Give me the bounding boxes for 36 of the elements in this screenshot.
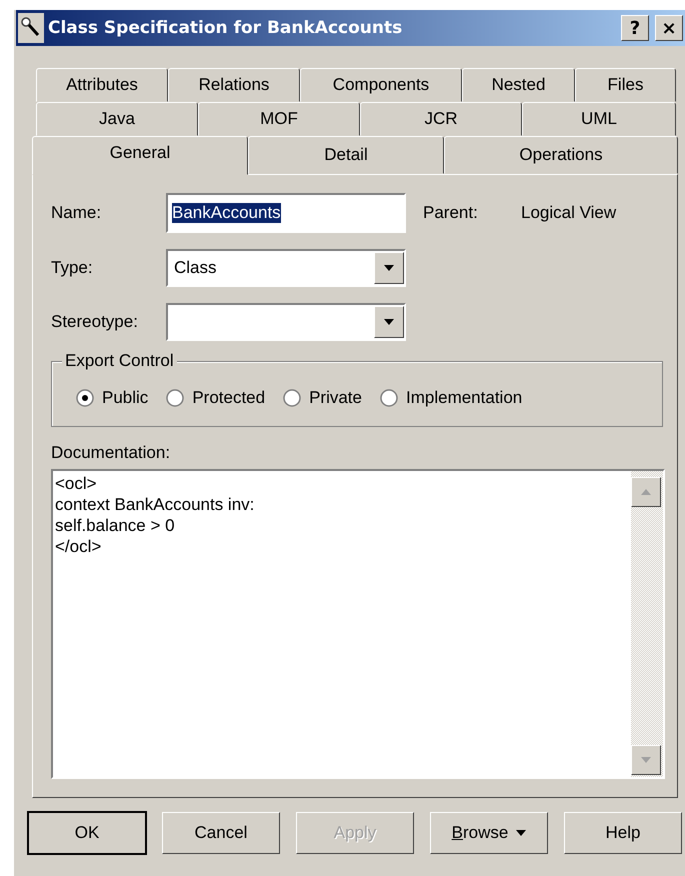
radio-option[interactable]: Private bbox=[283, 388, 362, 408]
name-field[interactable]: BankAccounts bbox=[166, 193, 406, 233]
radio-option[interactable]: Protected bbox=[166, 388, 266, 408]
tab[interactable]: Relations bbox=[168, 68, 300, 102]
field-label: Name: bbox=[51, 203, 102, 223]
radio-option[interactable]: Implementation bbox=[380, 388, 522, 408]
stereotype-dropdown[interactable] bbox=[166, 303, 406, 341]
tab[interactable]: Java bbox=[36, 102, 198, 136]
field-label: Stereotype: bbox=[51, 312, 139, 332]
caret-icon bbox=[384, 319, 394, 325]
dialog-button[interactable]: Browse bbox=[430, 812, 548, 854]
group-title: Export Control bbox=[62, 351, 177, 371]
dialog-button[interactable]: Help bbox=[564, 812, 682, 854]
dialog-button[interactable]: Cancel bbox=[162, 812, 280, 854]
field-label: Type: bbox=[51, 258, 94, 278]
tab[interactable]: JCR bbox=[360, 102, 522, 136]
close-button[interactable]: × bbox=[655, 15, 683, 41]
caret-icon bbox=[516, 830, 526, 836]
tab[interactable]: UML bbox=[522, 102, 676, 136]
tab[interactable]: Components bbox=[300, 68, 462, 102]
field-label: Documentation: bbox=[51, 443, 172, 463]
tab[interactable]: Detail bbox=[248, 136, 444, 174]
parent-value: Logical View bbox=[521, 203, 616, 223]
dialog-button[interactable]: OK bbox=[28, 812, 146, 854]
window-title: Class Specification for BankAccounts bbox=[48, 18, 404, 38]
tab[interactable]: Nested bbox=[462, 68, 575, 102]
type-dropdown[interactable]: Class bbox=[166, 249, 406, 287]
help-title-button[interactable]: ? bbox=[621, 15, 649, 41]
caret-icon bbox=[384, 265, 394, 271]
radio-option[interactable]: Public bbox=[76, 388, 148, 408]
tab[interactable]: Files bbox=[575, 68, 676, 102]
tab[interactable]: Attributes bbox=[36, 68, 168, 102]
tab[interactable]: General bbox=[32, 136, 248, 175]
tab[interactable]: Operations bbox=[444, 136, 678, 174]
tab[interactable]: MOF bbox=[198, 102, 360, 136]
field-label: Parent: bbox=[423, 203, 479, 223]
